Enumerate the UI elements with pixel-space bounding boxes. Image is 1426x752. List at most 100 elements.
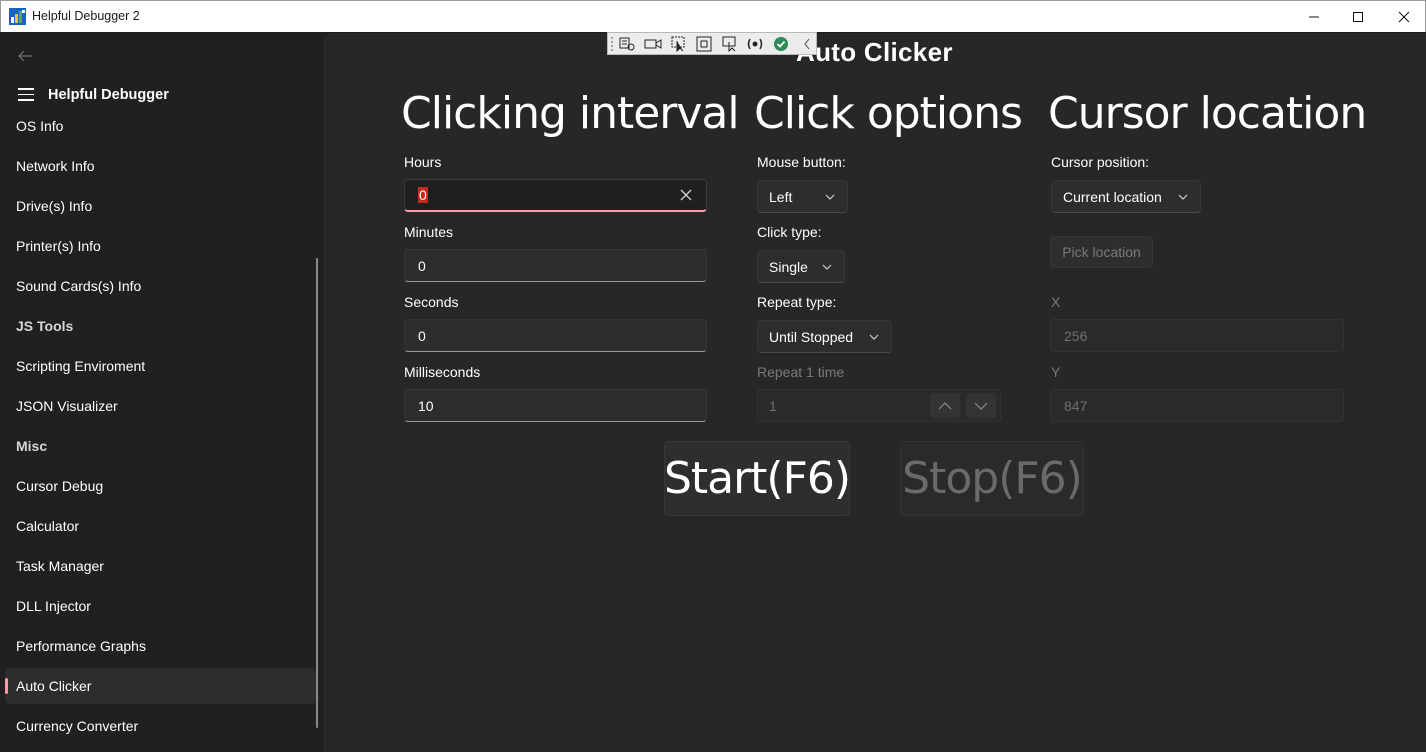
seconds-input[interactable]: 0 — [404, 319, 707, 352]
click-type-dropdown[interactable]: Single — [757, 250, 845, 283]
seconds-value: 0 — [418, 327, 426, 344]
y-coordinate-value: 847 — [1064, 397, 1088, 414]
select-element-icon[interactable] — [669, 36, 688, 52]
minimize-button[interactable] — [1291, 1, 1337, 32]
sidebar-header-misc: Misc — [5, 428, 316, 464]
mouse-button-dropdown[interactable]: Left — [757, 180, 848, 213]
sidebar-item-label: Sound Cards(s) Info — [16, 278, 142, 294]
chevron-down-icon — [825, 194, 835, 200]
sidebar-item-calculator[interactable]: Calculator — [5, 508, 316, 544]
back-arrow-icon — [18, 50, 32, 62]
x-coordinate-input[interactable]: 256 — [1050, 319, 1344, 352]
sidebar-item-label: Cursor Debug — [16, 478, 104, 494]
stop-button[interactable]: Stop(F6) — [900, 441, 1084, 516]
sidebar-item-json-visualizer[interactable]: JSON Visualizer — [5, 388, 316, 424]
repeat-count-value: 1 — [769, 397, 777, 414]
x-coordinate-value: 256 — [1064, 327, 1088, 344]
hours-input[interactable]: 0 — [404, 179, 707, 212]
start-button[interactable]: Start(F6) — [664, 441, 851, 516]
sidebar-item-scripting-environment[interactable]: Scripting Enviroment — [5, 348, 316, 384]
clicking-interval-title: Clicking interval — [401, 88, 740, 139]
sidebar-item-label: Task Manager — [16, 558, 104, 574]
binding-failures-icon[interactable] — [746, 36, 765, 52]
close-icon — [1398, 11, 1410, 22]
milliseconds-input[interactable]: 10 — [404, 389, 707, 422]
sidebar-item-os-info[interactable]: OS Info — [5, 108, 316, 144]
sidebar-item-performance-graphs[interactable]: Performance Graphs — [5, 628, 316, 664]
minutes-value: 0 — [418, 257, 426, 274]
clear-icon[interactable] — [679, 188, 693, 202]
maximize-button[interactable] — [1335, 1, 1381, 32]
sidebar-item-drives-info[interactable]: Drive(s) Info — [5, 188, 316, 224]
repeat-type-label: Repeat type: — [757, 294, 837, 310]
sidebar-item-printers-info[interactable]: Printer(s) Info — [5, 228, 316, 264]
minutes-label: Minutes — [404, 224, 454, 240]
minimize-icon — [1309, 16, 1319, 17]
video-camera-icon[interactable] — [644, 36, 663, 52]
chevron-down-icon — [822, 264, 832, 270]
sidebar-item-label: OS Info — [16, 118, 64, 134]
sidebar-item-auto-clicker[interactable]: Auto Clicker — [5, 668, 316, 704]
repeat-type-value: Until Stopped — [769, 328, 854, 345]
sidebar-item-label: DLL Injector — [16, 598, 91, 614]
window-title: Helpful Debugger 2 — [32, 9, 140, 23]
debug-toolbar — [607, 32, 817, 55]
chevron-down-icon — [1178, 194, 1188, 200]
sidebar-item-label: Printer(s) Info — [16, 238, 101, 254]
maximize-icon — [1353, 11, 1363, 22]
sidebar-item-label: Drive(s) Info — [16, 198, 93, 214]
pick-location-button[interactable]: Pick location — [1050, 236, 1153, 268]
milliseconds-value: 10 — [418, 397, 434, 414]
sidebar-item-label: Scripting Enviroment — [16, 358, 146, 374]
sidebar-item-currency-converter[interactable]: Currency Converter — [5, 708, 316, 744]
close-button[interactable] — [1381, 1, 1426, 32]
click-type-label: Click type: — [757, 224, 822, 240]
mouse-button-value: Left — [769, 188, 793, 205]
sidebar-item-cursor-debug[interactable]: Cursor Debug — [5, 468, 316, 504]
sidebar-header-label: JS Tools — [16, 318, 74, 334]
sidebar-scrollbar[interactable] — [316, 258, 318, 728]
hamburger-menu-icon[interactable] — [18, 88, 34, 102]
title-bar: Helpful Debugger 2 — [0, 0, 1426, 32]
mouse-button-label: Mouse button: — [757, 154, 846, 170]
seconds-label: Seconds — [404, 294, 459, 310]
sidebar-header-label: Misc — [16, 438, 48, 454]
collapse-chevron-icon[interactable] — [797, 36, 816, 52]
toolbar-grip[interactable] — [610, 36, 614, 51]
milliseconds-label: Milliseconds — [404, 364, 481, 380]
decrement-button[interactable] — [966, 393, 996, 418]
sidebar-item-dll-injector[interactable]: DLL Injector — [5, 588, 316, 624]
y-coordinate-input[interactable]: 847 — [1050, 389, 1344, 422]
repeat-count-label: Repeat 1 time — [757, 364, 845, 380]
repeat-count-input[interactable]: 1 — [757, 389, 1001, 422]
sidebar-item-sound-cards-info[interactable]: Sound Cards(s) Info — [5, 268, 316, 304]
sidebar-item-network-info[interactable]: Network Info — [5, 148, 316, 184]
display-layout-adorners-icon[interactable] — [695, 36, 714, 52]
cursor-position-label: Cursor position: — [1051, 154, 1150, 170]
checkmark-status-icon[interactable] — [772, 36, 791, 52]
live-visual-tree-icon[interactable] — [618, 36, 637, 52]
selection-indicator — [5, 678, 8, 694]
minutes-input[interactable]: 0 — [404, 249, 707, 282]
cursor-position-dropdown[interactable]: Current location — [1051, 180, 1201, 213]
hours-value: 0 — [418, 187, 428, 203]
track-focus-icon[interactable] — [721, 36, 740, 52]
x-label: X — [1051, 294, 1061, 310]
chevron-up-icon — [938, 401, 952, 409]
sidebar-item-task-manager[interactable]: Task Manager — [5, 548, 316, 584]
increment-button[interactable] — [930, 393, 960, 418]
sidebar-item-label: Network Info — [16, 158, 95, 174]
nav-title: Helpful Debugger — [48, 87, 169, 103]
hours-label: Hours — [404, 154, 442, 170]
y-label: Y — [1051, 364, 1061, 380]
sidebar-item-label: Auto Clicker — [16, 678, 92, 694]
sidebar-header-js-tools: JS Tools — [5, 308, 316, 344]
navigation-pane: Helpful Debugger OS Info Network Info Dr… — [1, 32, 322, 752]
click-options-title: Click options — [754, 88, 1023, 139]
repeat-type-dropdown[interactable]: Until Stopped — [757, 320, 892, 353]
app-logo-icon — [9, 8, 26, 25]
sidebar-item-label: Performance Graphs — [16, 638, 146, 654]
click-type-value: Single — [769, 258, 808, 275]
back-button[interactable] — [17, 48, 37, 64]
sidebar-item-label: Currency Converter — [16, 718, 139, 734]
